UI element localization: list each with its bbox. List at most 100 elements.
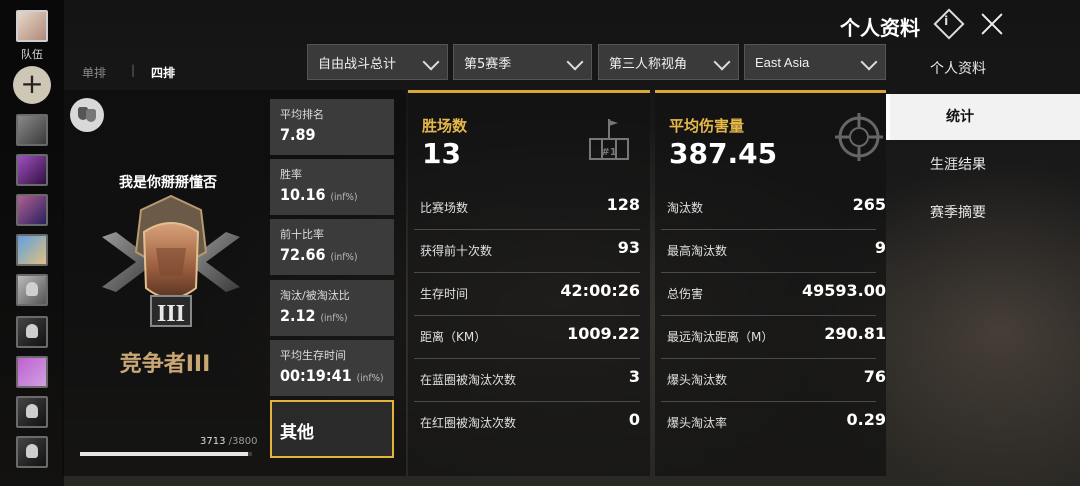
profile-nav: 个人资料 统计 生涯结果 赛季摘要	[886, 44, 1080, 486]
friend-avatar[interactable]	[16, 114, 48, 146]
stat-suffix: (inf%)	[330, 192, 358, 203]
nav-item-season-summary[interactable]: 赛季摘要	[886, 190, 1080, 236]
podium-icon-label: #1	[601, 147, 616, 158]
chevron-down-icon	[422, 53, 440, 71]
list-item: 比赛场数 128	[414, 187, 640, 230]
tab-separator: |	[131, 63, 136, 77]
list-item: 距离（KM） 1009.22	[414, 316, 640, 359]
chevron-down-icon	[713, 53, 731, 71]
list-item: 总伤害 49593.00	[661, 273, 886, 316]
stat-value: 265	[852, 195, 886, 214]
info-icon[interactable]: i	[933, 8, 965, 40]
friend-avatar[interactable]	[16, 234, 48, 266]
stat-value: 76	[863, 367, 886, 386]
stat-label: 获得前十次数	[420, 244, 493, 258]
stat-value: 3	[628, 367, 640, 386]
stat-label: 最高淘汰数	[667, 244, 728, 258]
damage-panel: 平均伤害量 387.45 淘汰数 265 最高淘汰数 9 总伤害 49593.00 最…	[655, 90, 886, 476]
stat-label: 爆头淘汰率	[667, 416, 728, 430]
stat-label: 平均生存时间	[280, 349, 346, 362]
region-filter-value: East Asia	[755, 54, 810, 70]
stat-label: 距离（KM）	[420, 330, 487, 344]
season-filter-value: 第5赛季	[464, 56, 512, 72]
rank-tier-name: 竞争者III	[119, 352, 211, 377]
stat-value: 49593.00	[801, 281, 886, 300]
rank-points: 3713 /3800	[200, 436, 257, 447]
stat-value-wrap: 2.12 (inf%)	[280, 306, 384, 325]
rank-progress-fill	[80, 452, 249, 456]
stat-suffix: (inf%)	[320, 313, 348, 324]
tab-squad[interactable]: 四排	[151, 64, 175, 81]
stat-value: 9	[874, 238, 886, 257]
stat-kd-ratio[interactable]: 淘汰/被淘汰比 2.12 (inf%)	[270, 280, 394, 336]
stat-win-rate[interactable]: 胜率 10.16 (inf%)	[270, 159, 394, 215]
stat-label: 淘汰数	[667, 201, 704, 215]
nav-item-stats[interactable]: 统计	[886, 94, 1080, 140]
tab-solo[interactable]: 单排	[82, 64, 106, 81]
crosshair-icon	[835, 113, 883, 161]
wins-stats-list: 比赛场数 128 获得前十次数 93 生存时间 42:00:26 距离（KM） 1009…	[408, 187, 650, 445]
list-item: 在蓝圈被淘汰次数 3	[414, 359, 640, 402]
other-stats-button[interactable]: 其他	[270, 400, 394, 458]
list-item: 在红圈被淘汰次数 0	[414, 402, 640, 445]
damage-title: 平均伤害量	[669, 117, 745, 135]
stat-label: 胜率	[280, 168, 302, 181]
friend-avatar[interactable]	[16, 154, 48, 186]
rank-progress-bar	[80, 452, 252, 456]
wins-title: 胜场数	[422, 117, 468, 135]
theater-mask-icon[interactable]	[70, 98, 104, 132]
rank-points-max: /3800	[228, 436, 258, 447]
stat-value-wrap: 00:19:41 (inf%)	[280, 366, 384, 385]
list-item: 淘汰数 265	[661, 187, 886, 230]
podium-icon: #1	[589, 119, 629, 160]
page-title: 个人资料	[840, 16, 920, 40]
stat-value: 42:00:26	[560, 281, 640, 300]
stat-label: 在蓝圈被淘汰次数	[420, 373, 517, 387]
perspective-filter-value: 第三人称视角	[609, 56, 688, 72]
stat-value: 290.81	[824, 324, 886, 343]
damage-value: 387.45	[669, 137, 778, 170]
stat-top10-rate[interactable]: 前十比率 72.66 (inf%)	[270, 219, 394, 275]
friend-avatar[interactable]	[16, 396, 48, 428]
nav-item-profile[interactable]: 个人资料	[886, 46, 1080, 92]
season-filter-dropdown[interactable]: 第5赛季	[453, 44, 592, 80]
stat-value: 1009.22	[567, 324, 640, 343]
stat-value: 7.89	[280, 125, 316, 144]
perspective-filter-dropdown[interactable]: 第三人称视角	[598, 44, 739, 80]
add-teammate-button[interactable]: +	[13, 66, 51, 104]
mode-filter-value: 自由战斗总计	[318, 56, 397, 72]
stat-value: 0	[628, 410, 640, 429]
stat-label: 总伤害	[667, 287, 704, 301]
info-icon-glyph: i	[944, 14, 949, 29]
friend-avatar[interactable]	[16, 436, 48, 468]
stat-label: 前十比率	[280, 228, 324, 241]
list-item: 最高淘汰数 9	[661, 230, 886, 273]
stat-label: 爆头淘汰数	[667, 373, 728, 387]
stat-value-wrap: 10.16 (inf%)	[280, 185, 384, 204]
self-avatar[interactable]	[16, 10, 48, 42]
stat-value: 128	[606, 195, 640, 214]
friend-avatar[interactable]	[16, 194, 48, 226]
wins-panel: 胜场数 13 #1 比赛场数 128 获得前十次数 93 生存时间 42:00:26 …	[408, 90, 650, 476]
friend-avatar[interactable]	[16, 316, 48, 348]
close-icon[interactable]	[980, 12, 1004, 36]
stat-avg-rank[interactable]: 平均排名 7.89	[270, 99, 394, 155]
list-item: 爆头淘汰数 76	[661, 359, 886, 402]
mode-filter-dropdown[interactable]: 自由战斗总计	[307, 44, 448, 80]
stat-label: 淘汰/被淘汰比	[280, 289, 350, 302]
nav-item-career-results[interactable]: 生涯结果	[886, 142, 1080, 188]
stat-avg-survival[interactable]: 平均生存时间 00:19:41 (inf%)	[270, 340, 394, 396]
wins-value: 13	[422, 137, 461, 170]
friend-avatar[interactable]	[16, 274, 48, 306]
stat-value: 93	[617, 238, 640, 257]
player-name: 我是你掰掰懂否	[119, 175, 217, 191]
friend-avatar[interactable]	[16, 356, 48, 388]
stat-label: 最远淘汰距离（M）	[667, 330, 774, 344]
stat-label: 平均排名	[280, 108, 324, 121]
friends-sidebar: 队伍 +	[0, 0, 64, 486]
stat-suffix: (inf%)	[356, 373, 384, 384]
stat-value: 2.12	[280, 306, 316, 325]
chevron-down-icon	[566, 53, 584, 71]
chevron-down-icon	[860, 53, 878, 71]
region-filter-dropdown[interactable]: East Asia	[744, 44, 886, 80]
